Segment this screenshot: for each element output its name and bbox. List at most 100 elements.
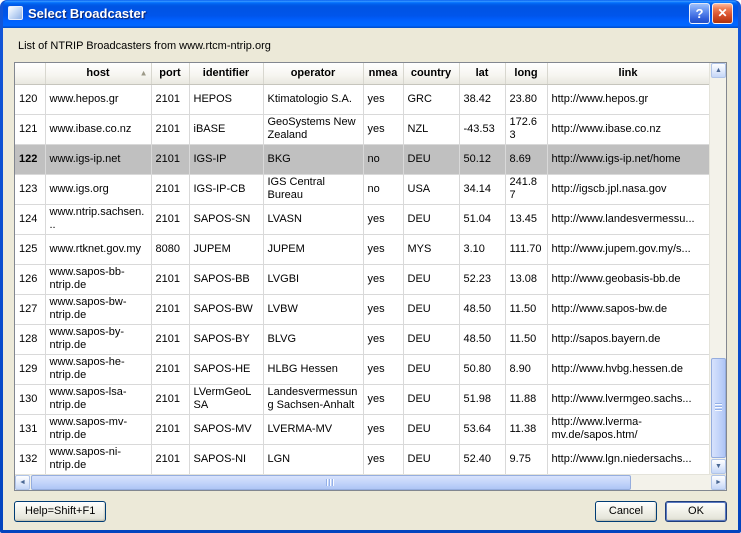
cell-operator[interactable]: LVBW (263, 294, 363, 324)
cell-lat[interactable]: 38.42 (459, 84, 505, 114)
vertical-scrollbar-thumb[interactable] (711, 358, 726, 458)
cell-port[interactable]: 2101 (151, 294, 189, 324)
cell-identifier[interactable]: HEPOS (189, 84, 263, 114)
table-row[interactable]: 128www.sapos-by-ntrip.de2101SAPOS-BYBLVG… (15, 324, 709, 354)
cell-nmea[interactable]: yes (363, 294, 403, 324)
row-number-cell[interactable]: 132 (15, 444, 45, 474)
column-header-country[interactable]: country (403, 63, 459, 84)
cell-host[interactable]: www.sapos-lsa-ntrip.de (45, 384, 151, 414)
cell-port[interactable]: 2101 (151, 444, 189, 474)
cell-country[interactable]: USA (403, 174, 459, 204)
cell-identifier[interactable]: SAPOS-BW (189, 294, 263, 324)
cell-lat[interactable]: 51.98 (459, 384, 505, 414)
table-row[interactable]: 126www.sapos-bb-ntrip.de2101SAPOS-BBLVGB… (15, 264, 709, 294)
cell-host[interactable]: www.sapos-mv-ntrip.de (45, 414, 151, 444)
cell-long[interactable]: 11.50 (505, 294, 547, 324)
cell-country[interactable]: DEU (403, 414, 459, 444)
row-number-cell[interactable]: 126 (15, 264, 45, 294)
cell-port[interactable]: 2101 (151, 84, 189, 114)
scroll-up-button[interactable]: ▲ (711, 63, 726, 78)
help-button[interactable]: Help=Shift+F1 (14, 501, 106, 522)
cell-link[interactable]: http://www.hepos.gr (547, 84, 709, 114)
cell-country[interactable]: DEU (403, 324, 459, 354)
horizontal-scrollbar[interactable]: ◄ ► (15, 474, 726, 490)
cell-nmea[interactable]: yes (363, 444, 403, 474)
cell-link[interactable]: http://www.lverma-mv.de/sapos.htm/ (547, 414, 709, 444)
row-number-cell[interactable]: 127 (15, 294, 45, 324)
table-row[interactable]: 123www.igs.org2101IGS-IP-CBIGS Central B… (15, 174, 709, 204)
cell-lat[interactable]: 51.04 (459, 204, 505, 234)
column-header-long[interactable]: long (505, 63, 547, 84)
cell-nmea[interactable]: yes (363, 264, 403, 294)
row-number-cell[interactable]: 121 (15, 114, 45, 144)
cell-operator[interactable]: JUPEM (263, 234, 363, 264)
cell-long[interactable]: 11.50 (505, 324, 547, 354)
cell-identifier[interactable]: JUPEM (189, 234, 263, 264)
row-number-cell[interactable]: 130 (15, 384, 45, 414)
cell-link[interactable]: http://www.sapos-bw.de (547, 294, 709, 324)
cell-lat[interactable]: 34.14 (459, 174, 505, 204)
cell-long[interactable]: 9.75 (505, 444, 547, 474)
table-row[interactable]: 131www.sapos-mv-ntrip.de2101SAPOS-MVLVER… (15, 414, 709, 444)
table-row[interactable]: 132www.sapos-ni-ntrip.de2101SAPOS-NILGNy… (15, 444, 709, 474)
cell-port[interactable]: 2101 (151, 354, 189, 384)
cell-operator[interactable]: BLVG (263, 324, 363, 354)
cell-host[interactable]: www.hepos.gr (45, 84, 151, 114)
cell-nmea[interactable]: no (363, 144, 403, 174)
row-number-cell[interactable]: 124 (15, 204, 45, 234)
cell-identifier[interactable]: SAPOS-MV (189, 414, 263, 444)
cell-long[interactable]: 11.38 (505, 414, 547, 444)
table-row[interactable]: 122www.igs-ip.net2101IGS-IPBKGnoDEU50.12… (15, 144, 709, 174)
cell-link[interactable]: http://www.hvbg.hessen.de (547, 354, 709, 384)
cell-country[interactable]: MYS (403, 234, 459, 264)
cell-host[interactable]: www.igs.org (45, 174, 151, 204)
cell-lat[interactable]: -43.53 (459, 114, 505, 144)
cell-port[interactable]: 2101 (151, 264, 189, 294)
cell-host[interactable]: www.sapos-he-ntrip.de (45, 354, 151, 384)
cell-lat[interactable]: 48.50 (459, 324, 505, 354)
cell-port[interactable]: 2101 (151, 384, 189, 414)
cell-nmea[interactable]: yes (363, 414, 403, 444)
cell-lat[interactable]: 48.50 (459, 294, 505, 324)
cell-host[interactable]: www.rtknet.gov.my (45, 234, 151, 264)
row-number-cell[interactable]: 128 (15, 324, 45, 354)
cell-country[interactable]: DEU (403, 294, 459, 324)
cell-identifier[interactable]: SAPOS-HE (189, 354, 263, 384)
cell-nmea[interactable]: yes (363, 114, 403, 144)
table-row[interactable]: 127www.sapos-bw-ntrip.de2101SAPOS-BWLVBW… (15, 294, 709, 324)
cell-lat[interactable]: 52.40 (459, 444, 505, 474)
cell-nmea[interactable]: yes (363, 324, 403, 354)
cell-lat[interactable]: 52.23 (459, 264, 505, 294)
cell-port[interactable]: 2101 (151, 204, 189, 234)
cell-country[interactable]: GRC (403, 84, 459, 114)
row-number-cell[interactable]: 131 (15, 414, 45, 444)
cell-operator[interactable]: LGN (263, 444, 363, 474)
cell-operator[interactable]: LVGBI (263, 264, 363, 294)
cell-identifier[interactable]: SAPOS-NI (189, 444, 263, 474)
cell-host[interactable]: www.sapos-by-ntrip.de (45, 324, 151, 354)
cell-identifier[interactable]: IGS-IP (189, 144, 263, 174)
cell-host[interactable]: www.igs-ip.net (45, 144, 151, 174)
cell-identifier[interactable]: LVermGeoLSA (189, 384, 263, 414)
table-row[interactable]: 121www.ibase.co.nz2101iBASEGeoSystems Ne… (15, 114, 709, 144)
cell-long[interactable]: 13.08 (505, 264, 547, 294)
cell-lat[interactable]: 53.64 (459, 414, 505, 444)
cell-country[interactable]: NZL (403, 114, 459, 144)
cell-link[interactable]: http://www.jupem.gov.my/s... (547, 234, 709, 264)
titlebar[interactable]: Select Broadcaster ? ✕ (3, 0, 738, 28)
table-row[interactable]: 124www.ntrip.sachsen...2101SAPOS-SNLVASN… (15, 204, 709, 234)
column-header-port[interactable]: port (151, 63, 189, 84)
cell-long[interactable]: 8.90 (505, 354, 547, 384)
cell-nmea[interactable]: yes (363, 234, 403, 264)
row-number-cell[interactable]: 129 (15, 354, 45, 384)
cell-operator[interactable]: GeoSystems New Zealand (263, 114, 363, 144)
cell-host[interactable]: www.sapos-bw-ntrip.de (45, 294, 151, 324)
horizontal-scrollbar-thumb[interactable] (31, 475, 631, 490)
cell-lat[interactable]: 3.10 (459, 234, 505, 264)
cell-link[interactable]: http://www.landesvermessu... (547, 204, 709, 234)
cell-operator[interactable]: Landesvermessung Sachsen-Anhalt (263, 384, 363, 414)
cell-country[interactable]: DEU (403, 264, 459, 294)
cell-link[interactable]: http://www.geobasis-bb.de (547, 264, 709, 294)
cell-long[interactable]: 172.63 (505, 114, 547, 144)
cell-country[interactable]: DEU (403, 354, 459, 384)
